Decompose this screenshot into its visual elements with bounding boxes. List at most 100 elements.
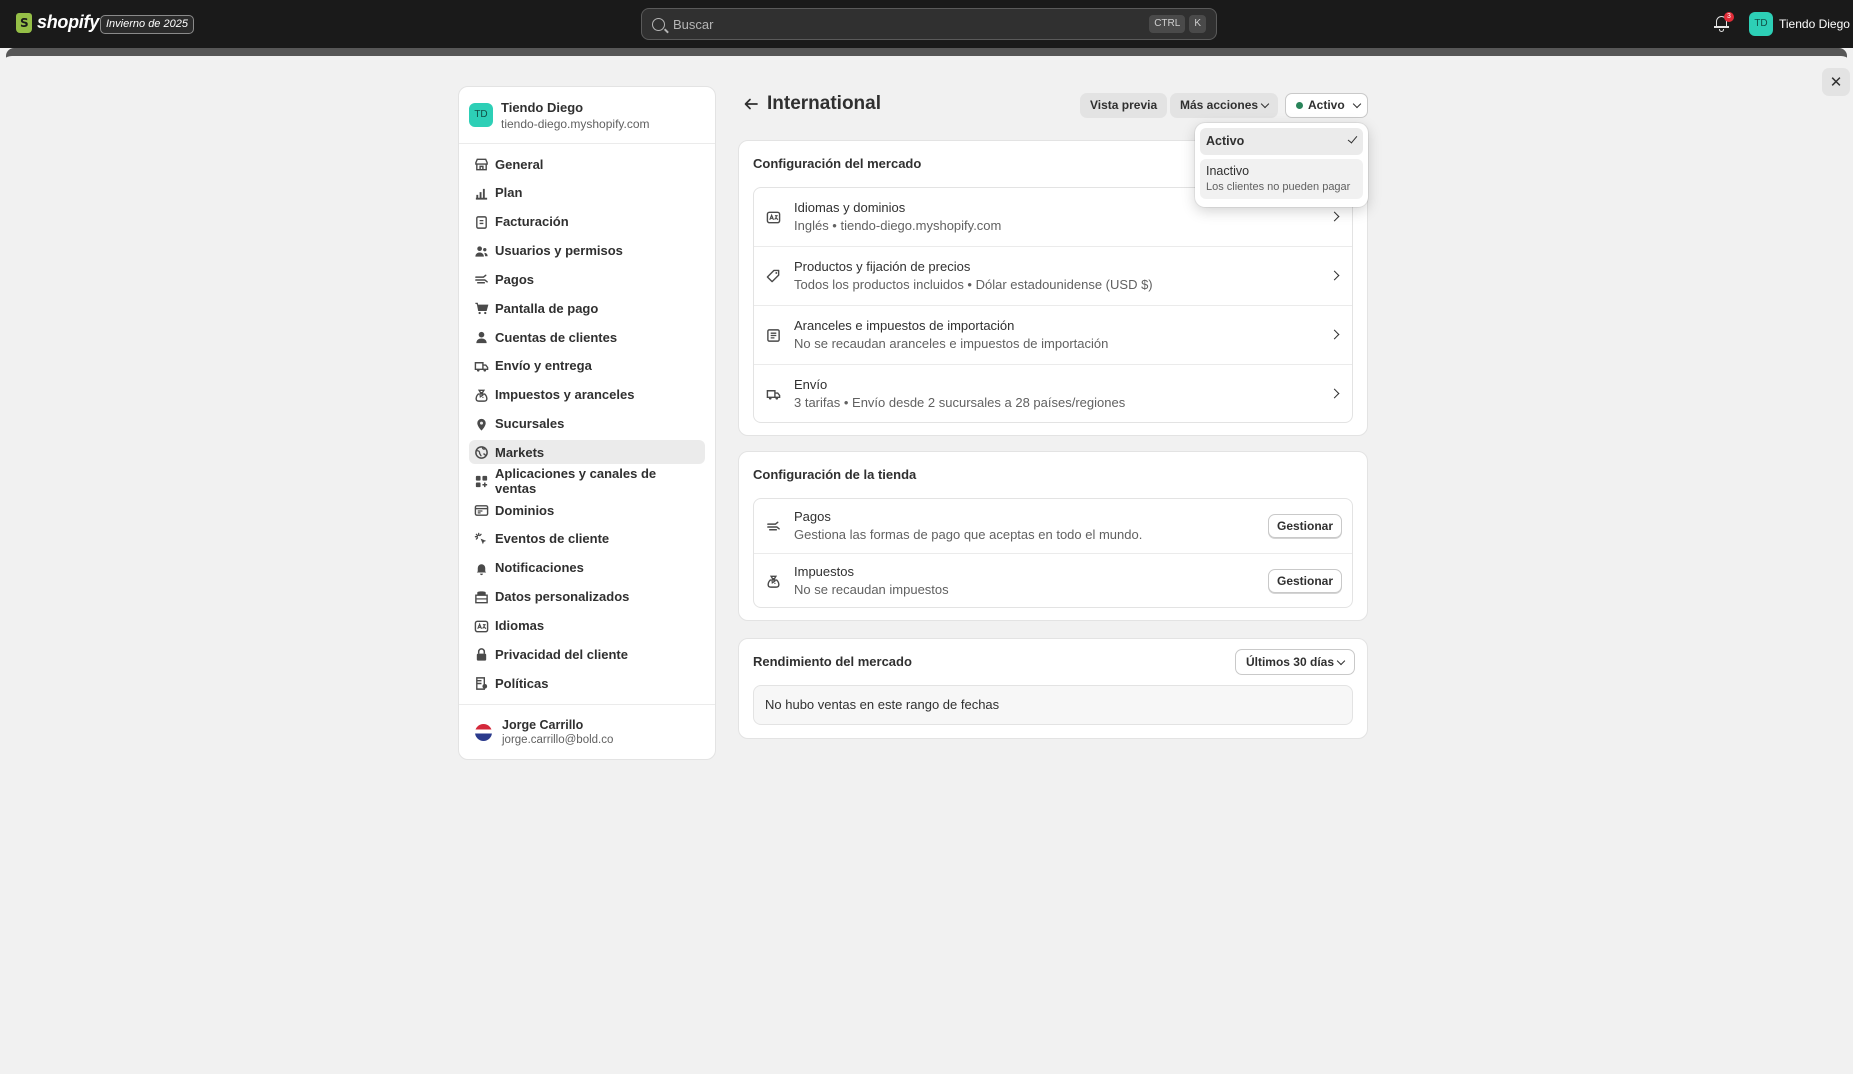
status-option-active[interactable]: Activo xyxy=(1200,128,1363,155)
sidebar-store-url: tiendo-diego.myshopify.com xyxy=(501,116,650,131)
logo-text: shopify xyxy=(37,12,99,32)
language-icon xyxy=(474,619,489,633)
sidebar-item-cuentas-de-clientes[interactable]: Cuentas de clientes xyxy=(469,325,705,349)
sidebar-item-label: Cuentas de clientes xyxy=(495,329,618,345)
sidebar-item-label: Datos personalizados xyxy=(495,589,630,605)
store-config-title: Configuración de la tienda xyxy=(753,467,917,482)
sidebar-item-sucursales[interactable]: Sucursales xyxy=(469,412,705,436)
sidebar-item-markets[interactable]: Markets xyxy=(469,440,705,465)
performance-title: Rendimiento del mercado xyxy=(753,654,912,669)
sidebar-item-pantalla-de-pago[interactable]: Pantalla de pago xyxy=(469,296,705,320)
sidebar-item-datos-personalizados[interactable]: Datos personalizados xyxy=(469,585,705,609)
cart-icon xyxy=(474,301,489,315)
sidebar-store-header[interactable]: TD Tiendo Diego tiendo-diego.myshopify.c… xyxy=(459,87,715,144)
more-actions-button[interactable]: Más acciones xyxy=(1170,93,1279,118)
row-title: Impuestos xyxy=(794,564,854,579)
sidebar-store-name: Tiendo Diego xyxy=(501,99,584,115)
sidebar-item-dominios[interactable]: Dominios xyxy=(469,498,705,522)
chevron-right-icon xyxy=(1329,211,1340,222)
lock-icon xyxy=(474,647,488,661)
sidebar-item-label: Notificaciones xyxy=(495,560,584,576)
sidebar-item-usuarios-y-permisos[interactable]: Usuarios y permisos xyxy=(469,239,705,263)
sidebar-item-idiomas[interactable]: Idiomas xyxy=(469,614,705,638)
settings-sidebar: TD Tiendo Diego tiendo-diego.myshopify.c… xyxy=(458,86,716,760)
sidebar-item-pagos[interactable]: Pagos xyxy=(469,267,705,291)
sidebar-item-label: Envío y entrega xyxy=(495,358,592,374)
search-icon xyxy=(652,17,665,31)
tax-bag-icon xyxy=(766,574,781,589)
market-config-row[interactable]: Envío 3 tarifas • Envío desde 2 sucursale… xyxy=(754,365,1352,424)
search-bar[interactable]: CTRL K xyxy=(641,8,1217,40)
manage-button[interactable]: Gestionar xyxy=(1267,569,1342,593)
shopify-logo[interactable]: shopify xyxy=(16,12,99,33)
truck-icon xyxy=(766,387,781,402)
sidebar-item-label: Plan xyxy=(495,185,523,201)
sidebar-item-label: Políticas xyxy=(495,675,549,691)
shopify-bag-icon xyxy=(16,12,32,33)
status-option-inactive[interactable]: Inactivo Los clientes no pueden pagar xyxy=(1200,159,1363,199)
row-subtitle: No se recaudan aranceles e impuestos de … xyxy=(794,336,1109,351)
market-config-list: Idiomas y dominios Inglés • tiendo-diego.… xyxy=(753,187,1353,423)
store-config-card: Configuración de la tienda Pagos Gestiona… xyxy=(738,451,1368,621)
user-flag-icon xyxy=(475,723,492,741)
row-subtitle: 3 tarifas • Envío desde 2 sucursales a 2… xyxy=(794,395,1126,410)
sidebar-item-eventos-de-cliente[interactable]: Eventos de cliente xyxy=(469,527,705,551)
row-subtitle: No se recaudan impuestos xyxy=(794,582,949,597)
status-option-label: Inactivo xyxy=(1206,164,1250,178)
notification-count-badge: 3 xyxy=(1724,12,1734,22)
row-subtitle: Gestiona las formas de pago que aceptas … xyxy=(794,527,1143,542)
chevron-right-icon xyxy=(1329,329,1340,340)
date-range-button[interactable]: Últimos 30 días xyxy=(1234,649,1355,675)
billing-icon xyxy=(474,215,488,229)
market-config-title: Configuración del mercado xyxy=(753,156,922,171)
sidebar-item-notificaciones[interactable]: Notificaciones xyxy=(469,556,705,580)
market-config-row[interactable]: Productos y fijación de precios Todos los… xyxy=(754,247,1352,306)
sidebar-item-label: Sucursales xyxy=(495,416,565,432)
policy-icon xyxy=(474,676,488,691)
truck-icon xyxy=(474,359,489,373)
manage-button[interactable]: Gestionar xyxy=(1267,514,1342,538)
row-title: Idiomas y dominios xyxy=(794,200,906,215)
plan-chart-icon xyxy=(474,186,488,200)
active-status-dot-icon xyxy=(1296,102,1303,109)
sidebar-nav-list: General Plan Facturación Usuarios y permiso… xyxy=(459,144,715,695)
row-title: Aranceles e impuestos de importación xyxy=(794,318,1015,333)
row-title: Pagos xyxy=(794,509,831,524)
sidebar-item-privacidad-del-cliente[interactable]: Privacidad del cliente xyxy=(469,642,705,666)
chevron-down-icon xyxy=(1260,99,1270,109)
sidebar-item-facturación[interactable]: Facturación xyxy=(469,210,705,234)
sidebar-user[interactable]: Jorge Carrillo jorge.carrillo@bold.co xyxy=(459,704,715,759)
sidebar-item-label: Usuarios y permisos xyxy=(495,243,623,259)
chevron-down-icon xyxy=(1352,99,1361,108)
back-arrow-icon[interactable] xyxy=(743,96,759,112)
page-title: International xyxy=(767,93,882,114)
preview-button[interactable]: Vista previa xyxy=(1080,93,1168,118)
sidebar-item-plan[interactable]: Plan xyxy=(469,181,705,205)
sidebar-item-label: Impuestos y aranceles xyxy=(495,387,635,403)
sidebar-item-label: Eventos de cliente xyxy=(495,531,610,547)
users-icon xyxy=(474,244,488,258)
close-icon: ✕ xyxy=(1829,74,1843,91)
sidebar-item-impuestos-y-aranceles[interactable]: Impuestos y aranceles xyxy=(469,383,705,407)
sidebar-item-label: Dominios xyxy=(495,502,555,518)
chevron-right-icon xyxy=(1329,388,1340,399)
status-select-button[interactable]: Activo xyxy=(1285,93,1368,118)
sidebar-item-general[interactable]: General xyxy=(469,152,705,176)
store-config-row: Impuestos No se recaudan impuestos Gestion… xyxy=(754,554,1352,609)
sidebar-item-envío-y-entrega[interactable]: Envío y entrega xyxy=(469,354,705,378)
chevron-right-icon xyxy=(1329,270,1340,281)
sidebar-item-label: Facturación xyxy=(495,214,569,230)
sidebar-item-aplicaciones-y-canales-de-ventas[interactable]: Aplicaciones y canales de ventas xyxy=(469,466,705,496)
sidebar-item-label: General xyxy=(495,156,544,172)
store-account-menu[interactable]: TD Tiendo Diego xyxy=(1749,12,1850,36)
globe-icon xyxy=(474,445,488,460)
language-icon xyxy=(766,210,781,225)
row-subtitle: Todos los productos incluidos • Dólar es… xyxy=(794,277,1153,292)
edition-badge[interactable]: Invierno de 2025 xyxy=(100,15,194,34)
sidebar-item-label: Markets xyxy=(495,444,545,460)
search-input[interactable] xyxy=(673,16,1146,32)
sidebar-item-políticas[interactable]: Políticas xyxy=(469,671,705,695)
row-title: Envío xyxy=(794,377,828,392)
close-settings-button[interactable]: ✕ xyxy=(1822,68,1850,96)
market-config-row[interactable]: Aranceles e impuestos de importación No s… xyxy=(754,306,1352,365)
